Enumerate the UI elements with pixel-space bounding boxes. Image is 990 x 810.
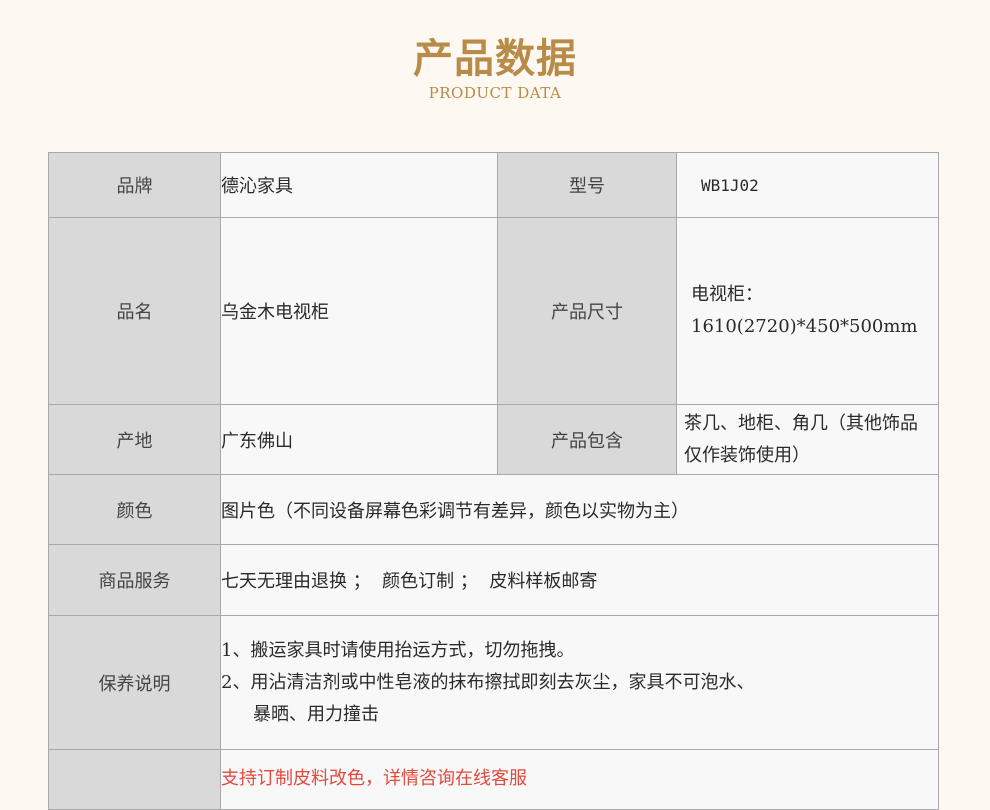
service-value: 七天无理由退换 ； 颜色订制 ； 皮料样板邮寄 bbox=[220, 544, 939, 616]
custom-label bbox=[48, 749, 221, 810]
package-line: 茶几、地柜、角几（其他饰品 bbox=[684, 412, 918, 434]
care-line: 暴晒、用力撞击 bbox=[253, 703, 379, 725]
name-value: 乌金木电视柜 bbox=[220, 217, 498, 405]
size-label: 产品尺寸 bbox=[497, 217, 677, 405]
size-line: 电视柜： bbox=[691, 284, 763, 305]
page-subtitle: PRODUCT DATA bbox=[428, 84, 562, 102]
name-label: 品名 bbox=[48, 217, 221, 405]
size-line: 1610(2720)*450*500mm bbox=[691, 316, 918, 337]
custom-note-cell: 支持订制皮料改色，详情咨询在线客服 bbox=[220, 749, 939, 810]
brand-value: 德沁家具 bbox=[220, 152, 498, 218]
model-value: WB1J02 bbox=[676, 152, 939, 218]
custom-note: 支持订制皮料改色，详情咨询在线客服 bbox=[221, 768, 527, 789]
table-row: 品名 乌金木电视柜 产品尺寸 电视柜： 1610(2720)*450*500mm bbox=[48, 217, 939, 405]
care-line: 2、用沾清洁剂或中性皂液的抹布擦拭即刻去灰尘，家具不可泡水、 bbox=[221, 671, 755, 693]
care-line: 1、搬运家具时请使用抬运方式，切勿拖拽。 bbox=[221, 639, 575, 661]
product-spec-table: 品牌 德沁家具 型号 WB1J02 品名 乌金木电视柜 产品尺寸 电视柜： 16… bbox=[48, 152, 939, 810]
size-value: 电视柜： 1610(2720)*450*500mm bbox=[676, 217, 939, 405]
page-title: 产品数据 bbox=[413, 35, 577, 82]
table-row: 商品服务 七天无理由退换 ； 颜色订制 ； 皮料样板邮寄 bbox=[48, 544, 939, 616]
brand-label: 品牌 bbox=[48, 152, 221, 218]
package-value: 茶几、地柜、角几（其他饰品 仅作装饰使用） bbox=[676, 404, 939, 475]
model-label: 型号 bbox=[497, 152, 677, 218]
table-row: 产地 广东佛山 产品包含 茶几、地柜、角几（其他饰品 仅作装饰使用） bbox=[48, 404, 939, 475]
package-label: 产品包含 bbox=[497, 404, 677, 475]
table-row: 颜色 图片色（不同设备屏幕色彩调节有差异，颜色以实物为主） bbox=[48, 474, 939, 545]
table-row: 支持订制皮料改色，详情咨询在线客服 bbox=[48, 749, 939, 810]
service-label: 商品服务 bbox=[48, 544, 221, 616]
origin-label: 产地 bbox=[48, 404, 221, 475]
origin-value: 广东佛山 bbox=[220, 404, 498, 475]
care-label: 保养说明 bbox=[48, 615, 221, 750]
color-label: 颜色 bbox=[48, 474, 221, 545]
table-row: 保养说明 1、搬运家具时请使用抬运方式，切勿拖拽。 2、用沾清洁剂或中性皂液的抹… bbox=[48, 615, 939, 750]
table-row: 品牌 德沁家具 型号 WB1J02 bbox=[48, 152, 939, 218]
package-line: 仅作装饰使用） bbox=[684, 444, 810, 466]
care-value: 1、搬运家具时请使用抬运方式，切勿拖拽。 2、用沾清洁剂或中性皂液的抹布擦拭即刻… bbox=[220, 615, 939, 750]
color-value: 图片色（不同设备屏幕色彩调节有差异，颜色以实物为主） bbox=[220, 474, 939, 545]
